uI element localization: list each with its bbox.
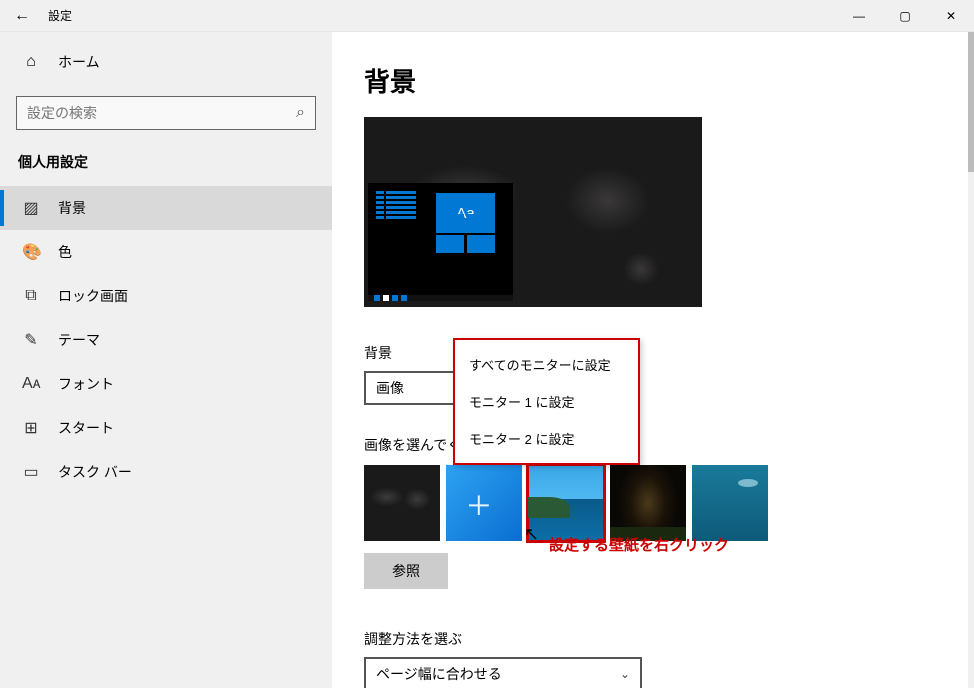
image-thumbnails <box>364 465 974 541</box>
annotation-text: 設定する壁紙を右クリック <box>549 534 729 555</box>
category-title: 個人用設定 <box>0 148 332 186</box>
context-menu: すべてのモニターに設定 モニター 1 に設定 モニター 2 に設定 <box>453 338 640 465</box>
sidebar-item-label: タスク バー <box>58 462 132 482</box>
thumbnail-1[interactable] <box>364 465 440 541</box>
search-input[interactable] <box>27 105 296 121</box>
sidebar-item-label: 背景 <box>58 198 86 218</box>
maximize-button[interactable]: ▢ <box>882 0 928 32</box>
minimize-icon: — <box>853 9 865 23</box>
themes-icon: ✎ <box>22 330 40 350</box>
fonts-icon: Aᴀ <box>22 375 40 393</box>
start-icon: ⊞ <box>22 418 40 438</box>
scrollbar-thumb[interactable] <box>968 32 974 172</box>
fit-label: 調整方法を選ぶ <box>364 629 974 649</box>
dropdown-value: ページ幅に合わせる <box>376 664 502 684</box>
chevron-down-icon: ⌄ <box>620 667 630 681</box>
taskbar-icon: ▭ <box>22 462 40 482</box>
sidebar-item-label: スタート <box>58 418 114 438</box>
ctx-set-monitor-2[interactable]: モニター 2 に設定 <box>455 420 638 457</box>
back-button[interactable]: ← <box>0 0 44 32</box>
window-title: 設定 <box>48 7 72 24</box>
sidebar-item-background[interactable]: ▨ 背景 <box>0 186 332 230</box>
sidebar-item-label: 色 <box>58 242 72 262</box>
palette-icon: 🎨 <box>22 242 40 262</box>
sidebar-item-taskbar[interactable]: ▭ タスク バー <box>0 450 332 494</box>
thumbnail-2[interactable] <box>446 465 522 541</box>
dropdown-value: 画像 <box>376 378 404 398</box>
browse-button[interactable]: 参照 <box>364 553 448 589</box>
content-area: 背景 Aa 背景 画像 ⌄ 画像を選んでください 参照 <box>332 32 974 688</box>
ctx-set-all-monitors[interactable]: すべてのモニターに設定 <box>455 346 638 383</box>
home-label: ホーム <box>58 52 100 72</box>
close-button[interactable]: ✕ <box>928 0 974 32</box>
sidebar-item-colors[interactable]: 🎨 色 <box>0 230 332 274</box>
maximize-icon: ▢ <box>899 9 910 23</box>
close-icon: ✕ <box>946 9 956 23</box>
sidebar-item-lockscreen[interactable]: ⧉ ロック画面 <box>0 274 332 318</box>
minimize-button[interactable]: — <box>836 0 882 32</box>
thumbnail-4[interactable] <box>610 465 686 541</box>
thumbnail-5[interactable] <box>692 465 768 541</box>
ctx-set-monitor-1[interactable]: モニター 1 に設定 <box>455 383 638 420</box>
sidebar-item-themes[interactable]: ✎ テーマ <box>0 318 332 362</box>
lockscreen-icon: ⧉ <box>22 287 40 305</box>
back-arrow-icon: ← <box>14 7 30 25</box>
home-nav[interactable]: ⌂ ホーム <box>0 42 332 82</box>
sidebar-item-label: フォント <box>58 374 114 394</box>
sidebar-item-label: ロック画面 <box>58 286 128 306</box>
search-icon: ⌕ <box>296 104 305 122</box>
fit-dropdown[interactable]: ページ幅に合わせる ⌄ <box>364 657 642 688</box>
desktop-preview: Aa <box>364 117 702 307</box>
search-box[interactable]: ⌕ <box>16 96 316 130</box>
home-icon: ⌂ <box>22 53 40 71</box>
sidebar: ⌂ ホーム ⌕ 個人用設定 ▨ 背景 🎨 色 ⧉ ロック画面 ✎ テーマ Aᴀ … <box>0 32 332 688</box>
sidebar-item-label: テーマ <box>58 330 100 350</box>
title-bar: ← 設定 — ▢ ✕ <box>0 0 974 32</box>
thumbnail-3-selected[interactable] <box>528 465 604 541</box>
sidebar-item-start[interactable]: ⊞ スタート <box>0 406 332 450</box>
sidebar-item-fonts[interactable]: Aᴀ フォント <box>0 362 332 406</box>
page-title: 背景 <box>364 62 974 99</box>
picture-icon: ▨ <box>22 198 40 218</box>
